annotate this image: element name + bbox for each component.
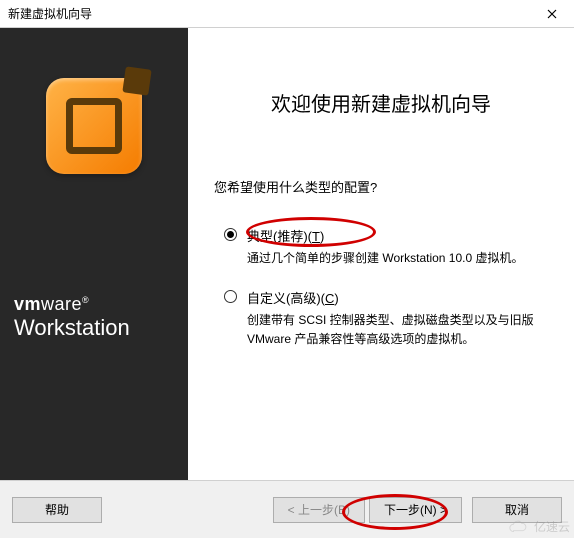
option-typical[interactable]: 典型(推荐)(T) 通过几个简单的步骤创建 Workstation 10.0 虚… <box>214 226 548 268</box>
option-custom-desc: 创建带有 SCSI 控制器类型、虚拟磁盘类型以及与旧版 VMware 产品兼容性… <box>247 311 548 349</box>
brand-text: vmvmwareware® Workstation <box>0 294 130 341</box>
close-icon <box>547 9 557 19</box>
back-button[interactable]: < 上一步(B) <box>273 497 365 523</box>
vmware-logo <box>46 78 142 174</box>
next-button[interactable]: 下一步(N) > <box>369 497 462 523</box>
cloud-icon <box>508 520 530 534</box>
help-button[interactable]: 帮助 <box>12 497 102 523</box>
radio-custom[interactable] <box>224 290 237 303</box>
main-panel: 欢迎使用新建虚拟机向导 您希望使用什么类型的配置? 典型(推荐)(T) 通过几个… <box>188 28 574 480</box>
radio-typical[interactable] <box>224 228 237 241</box>
option-typical-label: 典型(推荐)(T) <box>247 226 548 245</box>
watermark: 亿速云 <box>508 518 570 535</box>
wizard-heading: 欢迎使用新建虚拟机向导 <box>214 88 548 117</box>
config-prompt: 您希望使用什么类型的配置? <box>214 177 548 196</box>
sidebar: vmvmwareware® Workstation <box>0 28 188 480</box>
close-button[interactable] <box>538 3 566 25</box>
content-area: vmvmwareware® Workstation 欢迎使用新建虚拟机向导 您希… <box>0 28 574 480</box>
option-custom[interactable]: 自定义(高级)(C) 创建带有 SCSI 控制器类型、虚拟磁盘类型以及与旧版 V… <box>214 288 548 349</box>
option-typical-desc: 通过几个简单的步骤创建 Workstation 10.0 虚拟机。 <box>247 249 548 268</box>
window-title: 新建虚拟机向导 <box>8 5 92 22</box>
option-custom-label: 自定义(高级)(C) <box>247 288 548 307</box>
titlebar: 新建虚拟机向导 <box>0 0 574 28</box>
footer-buttons: 帮助 < 上一步(B) 下一步(N) > 取消 <box>0 480 574 538</box>
